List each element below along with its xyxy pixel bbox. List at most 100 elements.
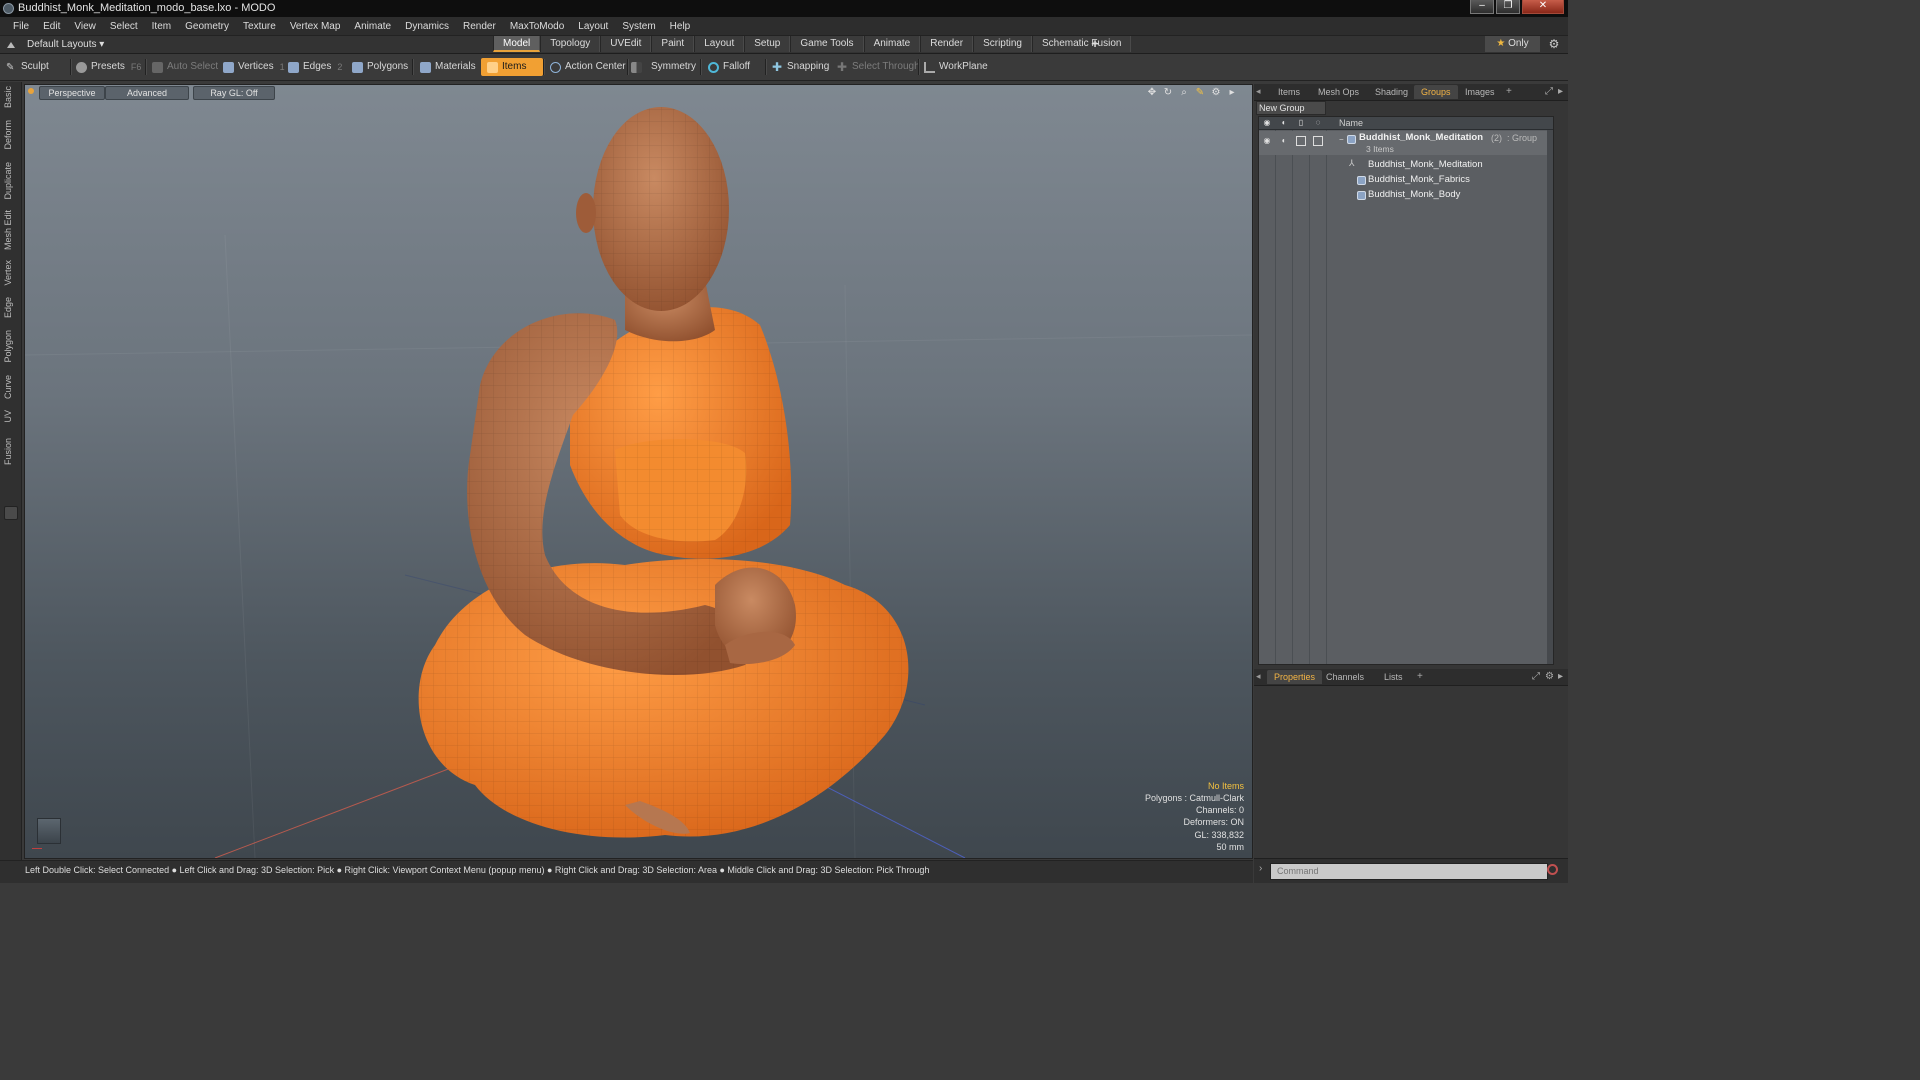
menu-view[interactable]: View <box>67 17 103 36</box>
tab-topology[interactable]: Topology <box>540 36 601 52</box>
shading-dropdown[interactable]: Advanced <box>105 86 189 100</box>
tab-lists[interactable]: Lists <box>1377 670 1410 684</box>
palette-toggle-button[interactable] <box>4 506 18 520</box>
menu-render[interactable]: Render <box>456 17 503 36</box>
group-child-row[interactable]: Buddhist_Monk_Body <box>1259 188 1553 202</box>
restore-button[interactable]: ❐ <box>1496 0 1520 14</box>
snapping-button[interactable]: ✚ Snapping <box>772 58 829 76</box>
close-button[interactable]: ✕ <box>1522 0 1564 14</box>
pan-icon[interactable]: ✎ <box>1192 87 1208 99</box>
visibility-eye-icon[interactable]: ◉ <box>1262 136 1272 146</box>
tab-properties[interactable]: Properties <box>1267 670 1323 684</box>
vtab-fusion[interactable]: Fusion <box>3 438 17 465</box>
command-input[interactable] <box>1270 863 1548 880</box>
tab-channels[interactable]: Channels <box>1319 670 1371 684</box>
polygons-button[interactable]: Polygons <box>352 58 408 76</box>
menu-dynamics[interactable]: Dynamics <box>398 17 456 36</box>
panel-menu-arrow-icon[interactable]: ▸ <box>1558 86 1563 97</box>
items-button[interactable]: Items <box>481 58 543 76</box>
add-tab-button[interactable]: + <box>1089 36 1101 52</box>
symmetry-button[interactable]: Symmetry <box>631 58 696 76</box>
group-child-row[interactable]: ⅄ Buddhist_Monk_Meditation <box>1259 158 1553 172</box>
materials-button[interactable]: Materials <box>420 58 476 76</box>
zoom-icon[interactable]: ⌕ <box>1176 87 1192 99</box>
lock-icon: ▯ <box>1298 118 1304 127</box>
tab-items[interactable]: Items <box>1271 85 1307 99</box>
vtab-curve[interactable]: Curve <box>3 375 17 399</box>
vtab-polygon[interactable]: Polygon <box>3 330 17 363</box>
menu-file[interactable]: File <box>6 17 36 36</box>
tab-render[interactable]: Render <box>920 36 974 52</box>
tab-images[interactable]: Images <box>1458 85 1502 99</box>
layouts-dropdown[interactable]: Default Layouts ▾ <box>4 37 104 52</box>
menu-system[interactable]: System <box>615 17 662 36</box>
menu-layout[interactable]: Layout <box>571 17 615 36</box>
select-checkbox[interactable] <box>1313 136 1323 146</box>
vtab-basic[interactable]: Basic <box>3 86 17 108</box>
add-panel-tab-button[interactable]: + <box>1506 86 1512 97</box>
menu-item[interactable]: Item <box>145 17 178 36</box>
menu-select[interactable]: Select <box>103 17 145 36</box>
tab-animate[interactable]: Animate <box>863 36 921 52</box>
vertices-button[interactable]: Vertices 1 <box>223 58 285 76</box>
maximize-panel-icon[interactable]: ⤢ <box>1532 671 1540 682</box>
render-toggle-icon[interactable]: ◐ <box>1279 136 1289 146</box>
sculpt-button[interactable]: ✎ Sculpt <box>6 58 49 76</box>
vtab-edge[interactable]: Edge <box>3 297 17 318</box>
only-toggle[interactable]: ★ Only <box>1485 36 1540 52</box>
menu-edit[interactable]: Edit <box>36 17 67 36</box>
menu-texture[interactable]: Texture <box>236 17 283 36</box>
lock-checkbox[interactable] <box>1296 136 1306 146</box>
record-macro-icon[interactable] <box>1547 864 1558 875</box>
tab-layout[interactable]: Layout <box>694 36 745 52</box>
menu-geometry[interactable]: Geometry <box>178 17 236 36</box>
expand-arrow-icon[interactable]: − <box>1339 135 1344 144</box>
action-center-button[interactable]: Action Center <box>550 58 626 76</box>
tab-uvedit[interactable]: UVEdit <box>600 36 652 52</box>
gear-icon[interactable]: ⚙ <box>1547 37 1561 51</box>
tab-schematic-fusion[interactable]: Schematic Fusion <box>1031 36 1132 52</box>
tab-setup[interactable]: Setup <box>744 36 791 52</box>
vtab-vertex[interactable]: Vertex <box>3 260 17 286</box>
tab-model[interactable]: Model <box>493 36 541 52</box>
vtab-deform[interactable]: Deform <box>3 120 17 150</box>
auto-select-button[interactable]: Auto Select <box>152 58 218 76</box>
panel-collapse-icon[interactable]: ◂ <box>1256 671 1261 682</box>
vtab-uv[interactable]: UV <box>3 410 17 423</box>
presets-button[interactable]: Presets F6 <box>76 58 141 76</box>
vtab-mesh-edit[interactable]: Mesh Edit <box>3 210 17 250</box>
tab-paint[interactable]: Paint <box>651 36 695 52</box>
tab-scripting[interactable]: Scripting <box>973 36 1032 52</box>
groups-scrollbar[interactable] <box>1547 130 1553 664</box>
panel-menu-arrow-icon[interactable]: ▸ <box>1558 671 1563 682</box>
tab-game-tools[interactable]: Game Tools <box>790 36 864 52</box>
menu-vertex-map[interactable]: Vertex Map <box>283 17 348 36</box>
panel-settings-icon[interactable]: ⚙ <box>1545 671 1554 682</box>
minimize-button[interactable]: – <box>1470 0 1494 14</box>
move-view-icon[interactable]: ✥ <box>1144 87 1160 99</box>
select-through-button[interactable]: ✚ Select Through <box>837 58 920 76</box>
view-type-dropdown[interactable]: Perspective <box>39 86 105 100</box>
falloff-button[interactable]: Falloff <box>708 58 750 76</box>
edges-button[interactable]: Edges 2 <box>288 58 342 76</box>
tab-groups[interactable]: Groups <box>1414 85 1458 99</box>
group-child-row[interactable]: Buddhist_Monk_Fabrics <box>1259 173 1553 187</box>
menu-help[interactable]: Help <box>663 17 698 36</box>
add-panel-tab-button[interactable]: + <box>1417 671 1423 682</box>
viewport-settings-icon[interactable]: ⚙ <box>1208 87 1224 99</box>
tab-mesh-ops[interactable]: Mesh Ops <box>1311 85 1366 99</box>
panel-collapse-icon[interactable]: ◂ <box>1256 86 1261 97</box>
menu-maxtomodo[interactable]: MaxToModo <box>503 17 571 36</box>
tab-shading[interactable]: Shading <box>1368 85 1415 99</box>
new-group-button[interactable]: New Group <box>1256 101 1326 115</box>
workplane-button[interactable]: WorkPlane <box>924 58 988 76</box>
raygl-toggle[interactable]: Ray GL: Off <box>193 86 275 100</box>
3d-viewport[interactable]: Perspective Advanced Ray GL: Off ✥ ↻ ⌕ ✎… <box>24 84 1253 859</box>
maximize-panel-icon[interactable]: ⤢ <box>1545 86 1553 97</box>
viewport-menu-arrow-icon[interactable]: ▸ <box>1224 87 1240 99</box>
name-column-header[interactable]: Name <box>1339 118 1363 128</box>
menu-animate[interactable]: Animate <box>347 17 398 36</box>
group-row[interactable]: ◉ ◐ − Buddhist_Monk_Meditation (2) : Gro… <box>1259 131 1553 155</box>
vtab-duplicate[interactable]: Duplicate <box>3 162 17 200</box>
rotate-view-icon[interactable]: ↻ <box>1160 87 1176 99</box>
